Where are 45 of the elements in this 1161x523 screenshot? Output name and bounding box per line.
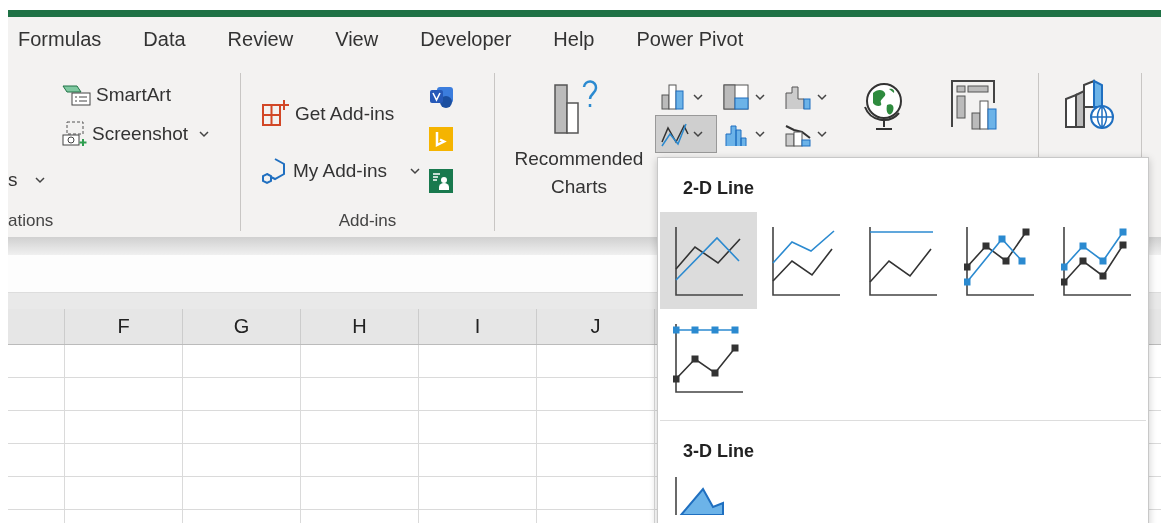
chevron-icon [754, 130, 766, 138]
chevron-icon [692, 130, 704, 138]
grid-plus-icon [261, 99, 291, 129]
column-header[interactable]: I [418, 309, 536, 344]
stacked-100-line-markers-chart-icon [672, 321, 745, 394]
chart-type-icon [784, 83, 814, 111]
ribbon-tab[interactable]: Help [553, 23, 613, 55]
chevron-icon [754, 93, 766, 101]
screenshot-icon [62, 121, 88, 147]
line-markers-chart-icon [963, 224, 1036, 297]
ribbon-tab[interactable]: Developer [420, 23, 530, 55]
group-label: Add-ins [337, 211, 398, 232]
ribbon-tab[interactable]: View [335, 23, 397, 55]
visio-app-icon[interactable] [429, 85, 455, 109]
chevron-icon [692, 93, 704, 101]
my-add-ins-button[interactable]: My Add-ins [257, 155, 425, 187]
recommended-charts-button[interactable]: Recommended Charts [509, 75, 649, 205]
chart-type-icon [722, 83, 752, 111]
chevron-icon [816, 130, 828, 138]
line-chart-button[interactable] [655, 115, 717, 153]
group-label: ations [8, 211, 55, 232]
chevron-icon [816, 93, 828, 101]
ribbon-tab[interactable]: Formulas [18, 23, 120, 55]
ribbon-tab[interactable]: Power Pivot [636, 23, 762, 55]
people-app-icon[interactable] [429, 169, 453, 193]
column-header[interactable]: J [536, 309, 654, 344]
stacked-100-line-chart-icon [866, 224, 939, 297]
column-header[interactable]: F [64, 309, 182, 344]
partial-button[interactable]: s [8, 167, 50, 193]
column-header[interactable]: H [300, 309, 418, 344]
smartart-button[interactable]: SmartArt [58, 81, 215, 109]
chevron-icon [33, 176, 46, 184]
chevron-icon [198, 130, 211, 138]
chevron-icon [409, 167, 421, 175]
column-header[interactable]: G [182, 309, 300, 344]
ribbon-tab[interactable]: Data [143, 23, 204, 55]
stacked-line-markers-chart-icon [1060, 224, 1133, 297]
smartart-icon [62, 83, 92, 107]
line-chart-icon [672, 224, 745, 297]
stacked-line-chart-icon [769, 224, 842, 297]
screenshot-button[interactable]: Screenshot [58, 119, 215, 149]
get-add-ins-button[interactable]: Get Add-ins [257, 97, 425, 131]
ribbon-tab[interactable]: Review [227, 23, 312, 55]
section-heading: 2-D Line [682, 177, 755, 200]
section-heading: 3-D Line [682, 440, 755, 463]
